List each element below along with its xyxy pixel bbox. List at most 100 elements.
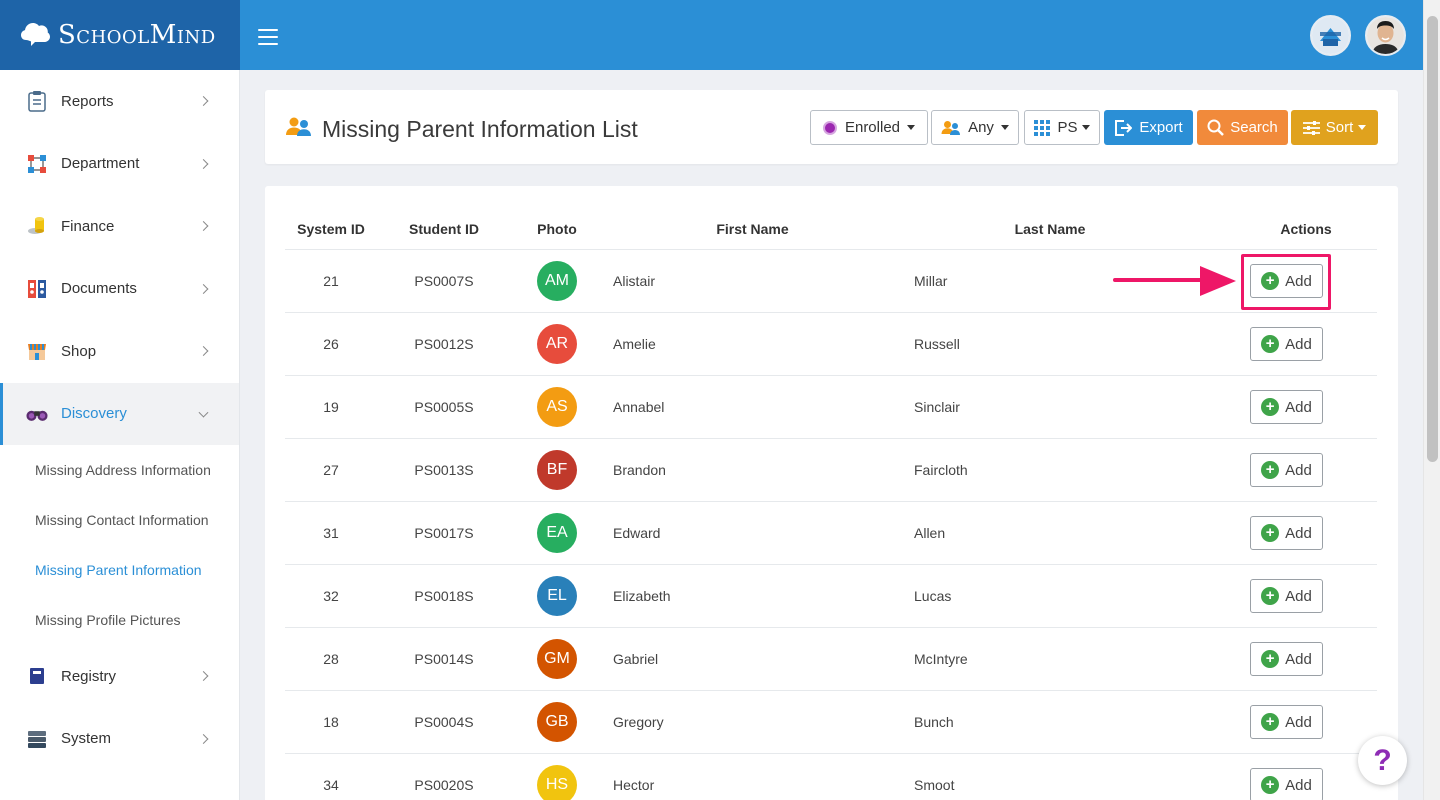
student-avatar[interactable]: EL	[537, 576, 577, 616]
photo-cell: AM	[537, 250, 577, 312]
status-filter-value: Enrolled	[844, 119, 901, 136]
last-name-cell: Russell	[914, 336, 960, 352]
sidebar-item-label: Reports	[61, 92, 114, 110]
photo-cell: EL	[537, 565, 577, 627]
add-parent-button[interactable]: + Add	[1250, 516, 1323, 550]
sidebar-item-registry[interactable]: Registry	[0, 645, 239, 708]
logo[interactable]: SchoolMind	[0, 0, 240, 70]
photo-cell: EA	[537, 502, 577, 564]
add-parent-button[interactable]: + Add	[1250, 453, 1323, 487]
add-label: Add	[1285, 524, 1312, 542]
first-name-cell: Edward	[613, 525, 661, 541]
system-id-cell: 32	[323, 588, 339, 604]
column-header-first-name[interactable]: First Name	[685, 208, 820, 249]
last-name-cell: Lucas	[914, 588, 952, 604]
table-row: 18 PS0004S GB Gregory Bunch + Add	[285, 691, 1377, 754]
sidebar-item-discovery[interactable]: Discovery	[0, 382, 239, 445]
student-avatar[interactable]: GB	[537, 702, 577, 742]
photo-cell: GB	[537, 691, 577, 753]
school-badge-icon[interactable]	[1310, 15, 1351, 56]
search-button[interactable]: Search	[1197, 110, 1288, 145]
people-icon	[941, 120, 961, 136]
clipboard-icon	[26, 90, 48, 112]
student-avatar[interactable]: AM	[537, 261, 577, 301]
photo-cell: AR	[537, 313, 577, 375]
logo-text: SchoolMind	[58, 20, 216, 50]
sidebar-item-documents[interactable]: Documents	[0, 258, 239, 321]
actions-cell: + Add	[1250, 565, 1323, 627]
student-id-cell: PS0017S	[414, 525, 474, 541]
sidebar-subitem-missing-profile-pictures[interactable]: Missing Profile Pictures	[0, 595, 239, 645]
server-icon	[26, 728, 48, 750]
sidebar-subitem-missing-contact[interactable]: Missing Contact Information	[0, 495, 239, 545]
sort-label: Sort	[1325, 119, 1354, 136]
column-header-system-id[interactable]: System ID	[285, 208, 377, 249]
add-parent-button[interactable]: + Add	[1250, 390, 1323, 424]
column-header-student-id[interactable]: Student ID	[393, 208, 495, 249]
last-name-cell: Smoot	[914, 777, 955, 793]
add-label: Add	[1285, 335, 1312, 353]
table-row: 19 PS0005S AS Annabel Sinclair + Add	[285, 376, 1377, 439]
add-parent-button[interactable]: + Add	[1250, 768, 1323, 800]
student-id-cell: PS0013S	[414, 462, 474, 478]
status-filter-dropdown[interactable]: Enrolled	[810, 110, 928, 145]
caret-down-icon	[1000, 125, 1009, 130]
student-id-cell: PS0020S	[414, 777, 474, 793]
plus-circle-icon: +	[1261, 524, 1280, 542]
parent-filter-dropdown[interactable]: Any	[931, 110, 1019, 145]
sidebar-item-label: Department	[61, 155, 140, 173]
caret-down-icon	[1358, 125, 1367, 130]
first-name-cell: Hector	[613, 777, 655, 793]
sidebar-subitem-missing-address[interactable]: Missing Address Information	[0, 445, 239, 495]
add-parent-button[interactable]: + Add	[1250, 642, 1323, 676]
add-label: Add	[1285, 713, 1312, 731]
sidebar-subitem-missing-parent[interactable]: Missing Parent Information	[0, 545, 239, 595]
plus-circle-icon: +	[1261, 713, 1280, 731]
chevron-right-icon	[198, 221, 209, 232]
sidebar-item-finance[interactable]: Finance	[0, 195, 239, 258]
page-scrollbar[interactable]	[1423, 0, 1440, 800]
add-parent-button[interactable]: + Add	[1250, 705, 1323, 739]
student-avatar[interactable]: HS	[537, 765, 577, 800]
add-parent-button[interactable]: + Add	[1250, 327, 1323, 361]
top-bar: SchoolMind	[0, 0, 1423, 70]
column-header-last-name[interactable]: Last Name	[985, 208, 1115, 249]
annotation-arrow-icon	[1113, 266, 1236, 296]
sort-button[interactable]: Sort	[1291, 110, 1378, 145]
plus-circle-icon: +	[1261, 650, 1280, 668]
add-parent-button[interactable]: + Add	[1250, 264, 1323, 298]
student-avatar[interactable]: GM	[537, 639, 577, 679]
search-label: Search	[1230, 119, 1278, 136]
student-id-cell: PS0004S	[414, 714, 474, 730]
sidebar: Reports Department Finance Documents Sho…	[0, 70, 240, 800]
grade-filter-dropdown[interactable]: PS	[1024, 110, 1100, 145]
sidebar-item-system[interactable]: System	[0, 708, 239, 771]
table-row: 31 PS0017S EA Edward Allen + Add	[285, 502, 1377, 565]
sidebar-item-reports[interactable]: Reports	[0, 70, 239, 133]
student-avatar[interactable]: BF	[537, 450, 577, 490]
student-id-cell: PS0014S	[414, 651, 474, 667]
user-avatar[interactable]	[1365, 15, 1406, 56]
sidebar-item-label: Shop	[61, 342, 97, 360]
system-id-cell: 19	[323, 399, 339, 415]
system-id-cell: 31	[323, 525, 339, 541]
export-button[interactable]: Export	[1104, 110, 1193, 145]
chevron-down-icon	[198, 407, 209, 418]
add-label: Add	[1285, 650, 1312, 668]
sidebar-item-shop[interactable]: Shop	[0, 320, 239, 383]
sliders-icon	[1302, 120, 1320, 136]
menu-toggle-icon[interactable]	[258, 29, 278, 45]
scrollbar-thumb[interactable]	[1427, 16, 1438, 462]
sidebar-item-department[interactable]: Department	[0, 133, 239, 196]
system-id-cell: 28	[323, 651, 339, 667]
help-button[interactable]: ?	[1358, 736, 1407, 785]
add-parent-button[interactable]: + Add	[1250, 579, 1323, 613]
student-avatar[interactable]: EA	[537, 513, 577, 553]
column-header-photo: Photo	[537, 220, 577, 237]
table-header: System ID Student ID Photo First Name La…	[285, 208, 1377, 250]
student-avatar[interactable]: AS	[537, 387, 577, 427]
chevron-right-icon	[198, 671, 209, 682]
page-title: Missing Parent Information List	[322, 116, 638, 142]
brain-cloud-icon	[20, 20, 50, 51]
student-avatar[interactable]: AR	[537, 324, 577, 364]
